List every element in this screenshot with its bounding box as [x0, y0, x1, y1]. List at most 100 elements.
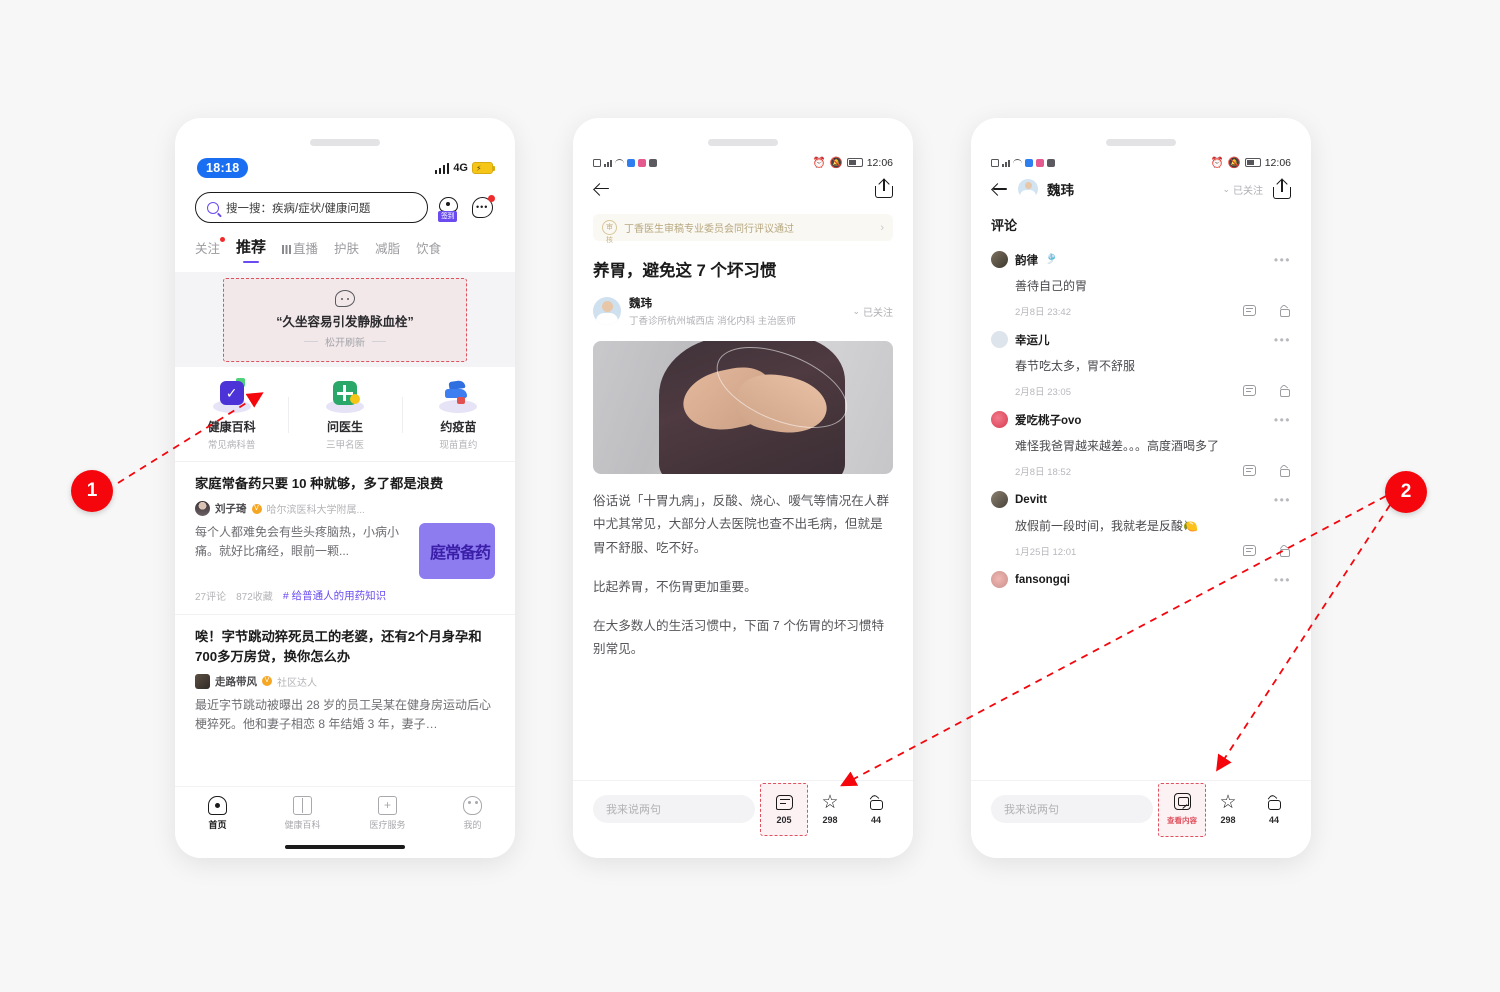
comment-footer: 2月8日 23:42 [1015, 303, 1291, 318]
refresh-hint: 松开刷新 [304, 334, 386, 349]
avatar[interactable] [991, 251, 1008, 268]
quick-entry-title: 问医生 [326, 420, 363, 434]
check-icon: ⌄ [852, 305, 860, 316]
article-paragraph: 在大多数人的生活习惯中，下面 7 个伤胃的坏习惯特别常见。 [593, 619, 885, 657]
comment-item: fansongqi ••• [971, 558, 1311, 588]
reply-icon[interactable] [1243, 305, 1256, 316]
view-content-button[interactable]: 查看内容 [1158, 782, 1206, 837]
book-icon [293, 796, 312, 815]
more-options-icon[interactable]: ••• [1274, 334, 1291, 346]
comment-item: Devitt ••• 放假前一段时间，我就老是反酸🍋 1月25日 12:01 [971, 478, 1311, 558]
like-button[interactable]: 44 [1257, 792, 1291, 825]
thumbs-up-icon [1266, 793, 1282, 810]
thumbs-up-icon[interactable] [1278, 543, 1291, 557]
avatar[interactable] [991, 491, 1008, 508]
comment-header: 爱吃桃子ovo ••• [991, 411, 1291, 428]
commenter-name: 幸运儿 [1015, 334, 1050, 347]
tab-hufu[interactable]: 护肤 [334, 238, 359, 263]
share-icon[interactable] [1273, 178, 1291, 199]
tabbar-item-services[interactable]: 医疗服务 [345, 796, 430, 831]
comment-input[interactable]: 我来说两句 [991, 794, 1153, 823]
app-icon [627, 158, 635, 167]
thumbs-up-icon[interactable] [1278, 383, 1291, 397]
avatar[interactable] [991, 411, 1008, 428]
tab-zhibo[interactable]: 直播 [282, 238, 318, 263]
feed-stats: 27评论 872收藏 # 给普通人的用药知识 [195, 588, 495, 603]
checkin-icon[interactable]: 签到 [437, 194, 461, 222]
tabbar-item-wiki[interactable]: 健康百科 [260, 796, 345, 831]
quick-entry-subtitle: 三甲名医 [325, 440, 364, 451]
feed-summary: 最近字节跳动被曝出 28 岁的员工吴某在健身房运动后心梗猝死。他和妻子相恋 8 … [195, 697, 492, 731]
check-icon: ⌄ [1222, 183, 1230, 194]
more-options-icon[interactable]: ••• [1274, 254, 1291, 266]
tab-jianzhi[interactable]: 减脂 [375, 238, 400, 263]
tab-yinshi[interactable]: 饮食 [416, 238, 441, 263]
comment-item: 爱吃桃子ovo ••• 难怪我爸胃越来越差。。。高度酒喝多了 2月8日 18:5… [971, 398, 1311, 478]
comment-placeholder: 我来说两句 [1004, 803, 1059, 816]
tab-tuijian[interactable]: 推荐 [236, 236, 266, 263]
feed-tag[interactable]: # 给普通人的用药知识 [283, 588, 386, 603]
feed-thumbnail: 庭常备药 [419, 523, 495, 580]
status-indicators: 4G ⚡ [434, 162, 495, 174]
alarm-icon: ⏰ [812, 157, 826, 169]
more-options-icon[interactable]: ••• [1274, 574, 1291, 586]
tabbar-item-home[interactable]: 首页 [175, 796, 260, 831]
reply-icon[interactable] [1243, 385, 1256, 396]
back-arrow-icon[interactable] [593, 180, 611, 198]
thumbs-up-icon[interactable] [1278, 463, 1291, 477]
back-arrow-icon[interactable] [991, 180, 1009, 198]
reply-icon[interactable] [1243, 465, 1256, 476]
feed-body: 最近字节跳动被曝出 28 岁的员工吴某在健身房运动后心梗猝死。他和妻子相恋 8 … [195, 696, 495, 734]
like-button[interactable]: 44 [859, 792, 893, 825]
more-options-icon[interactable]: ••• [1274, 494, 1291, 506]
comment-date: 2月8日 23:05 [1015, 387, 1071, 398]
view-content-label: 查看内容 [1167, 815, 1197, 825]
follow-state[interactable]: ⌄ 已关注 [1222, 182, 1263, 197]
search-input[interactable]: 搜一搜：疾病/症状/健康问题 [195, 192, 428, 223]
more-options-icon[interactable]: ••• [1274, 414, 1291, 426]
status-time: 18:18 [197, 158, 249, 178]
pull-to-refresh-zone: “久坐容易引发静脉血栓” 松开刷新 [175, 272, 515, 367]
follow-state[interactable]: ⌄ 已关注 [852, 304, 893, 319]
verification-banner[interactable]: 审核 丁香医生审稿专业委员会同行评议通过 › [593, 214, 893, 244]
tab-guanzhu[interactable]: 关注 [195, 237, 226, 263]
status-time: 12:06 [866, 156, 893, 169]
search-row: 搜一搜：疾病/症状/健康问题 签到 ••• [175, 178, 515, 223]
favorite-button[interactable]: ☆ 298 [813, 792, 847, 826]
author-name: 魏玮 [1047, 183, 1074, 198]
favorite-button[interactable]: ☆ 298 [1211, 791, 1245, 826]
comment-footer: 2月8日 18:52 [1015, 463, 1291, 478]
message-icon[interactable]: ••• [470, 195, 495, 220]
like-count: 44 [1268, 815, 1279, 825]
comment-text: 春节吃太多，胃不舒服 [1015, 359, 1136, 373]
avatar[interactable] [991, 571, 1008, 588]
medical-kit-icon [322, 379, 368, 413]
chat-bubble-icon [335, 290, 355, 307]
phone-mockup-article: ⏰ 🔕 12:06 审核 丁香医生审稿专业委员会同行评议通过 › 养胃，避免这 … [573, 118, 913, 858]
reply-icon[interactable] [1243, 545, 1256, 556]
verified-badge-icon: V [262, 676, 272, 687]
article-author-row[interactable]: 魏玮 丁香诊所杭州城西店 消化内科 主治医师 ⌄ 已关注 [593, 295, 893, 327]
star-icon: ☆ [1219, 791, 1237, 813]
avatar[interactable] [1018, 179, 1038, 199]
quick-entry-health-wiki[interactable]: 健康百科 常见病科普 [175, 378, 288, 451]
quick-entry-vaccine[interactable]: 约疫苗 现苗直约 [401, 379, 515, 451]
name-emoji: 🎐 [1045, 254, 1058, 265]
avatar[interactable] [991, 331, 1008, 348]
feed-card[interactable]: 唉！字节跳动猝死员工的老婆，还有2个月身孕和700多万房贷，换你怎么办 走路带风… [175, 615, 515, 745]
tabbar-label: 首页 [208, 820, 227, 830]
category-tabs: 关注 推荐 直播 护肤 减脂 饮食 [175, 223, 515, 263]
comment-input[interactable]: 我来说两句 [593, 794, 755, 823]
thumbs-up-icon[interactable] [1278, 303, 1291, 317]
mute-icon: 🔕 [829, 157, 843, 169]
comment-icon [775, 794, 793, 810]
comment-button[interactable]: 205 [760, 783, 808, 836]
quick-entry-ask-doctor[interactable]: 问医生 三甲名医 [288, 379, 401, 451]
share-icon[interactable] [875, 177, 893, 198]
like-count: 44 [870, 815, 881, 825]
app-icon [1025, 158, 1033, 167]
feed-card[interactable]: 家庭常备药只要 10 种就够，多了都是浪费 刘子琦 V 哈尔滨医科大学附属...… [175, 462, 515, 614]
checkin-badge-label: 签到 [438, 211, 457, 222]
tabbar-item-profile[interactable]: 我的 [430, 796, 515, 831]
comments-section-title: 评论 [991, 218, 1018, 233]
